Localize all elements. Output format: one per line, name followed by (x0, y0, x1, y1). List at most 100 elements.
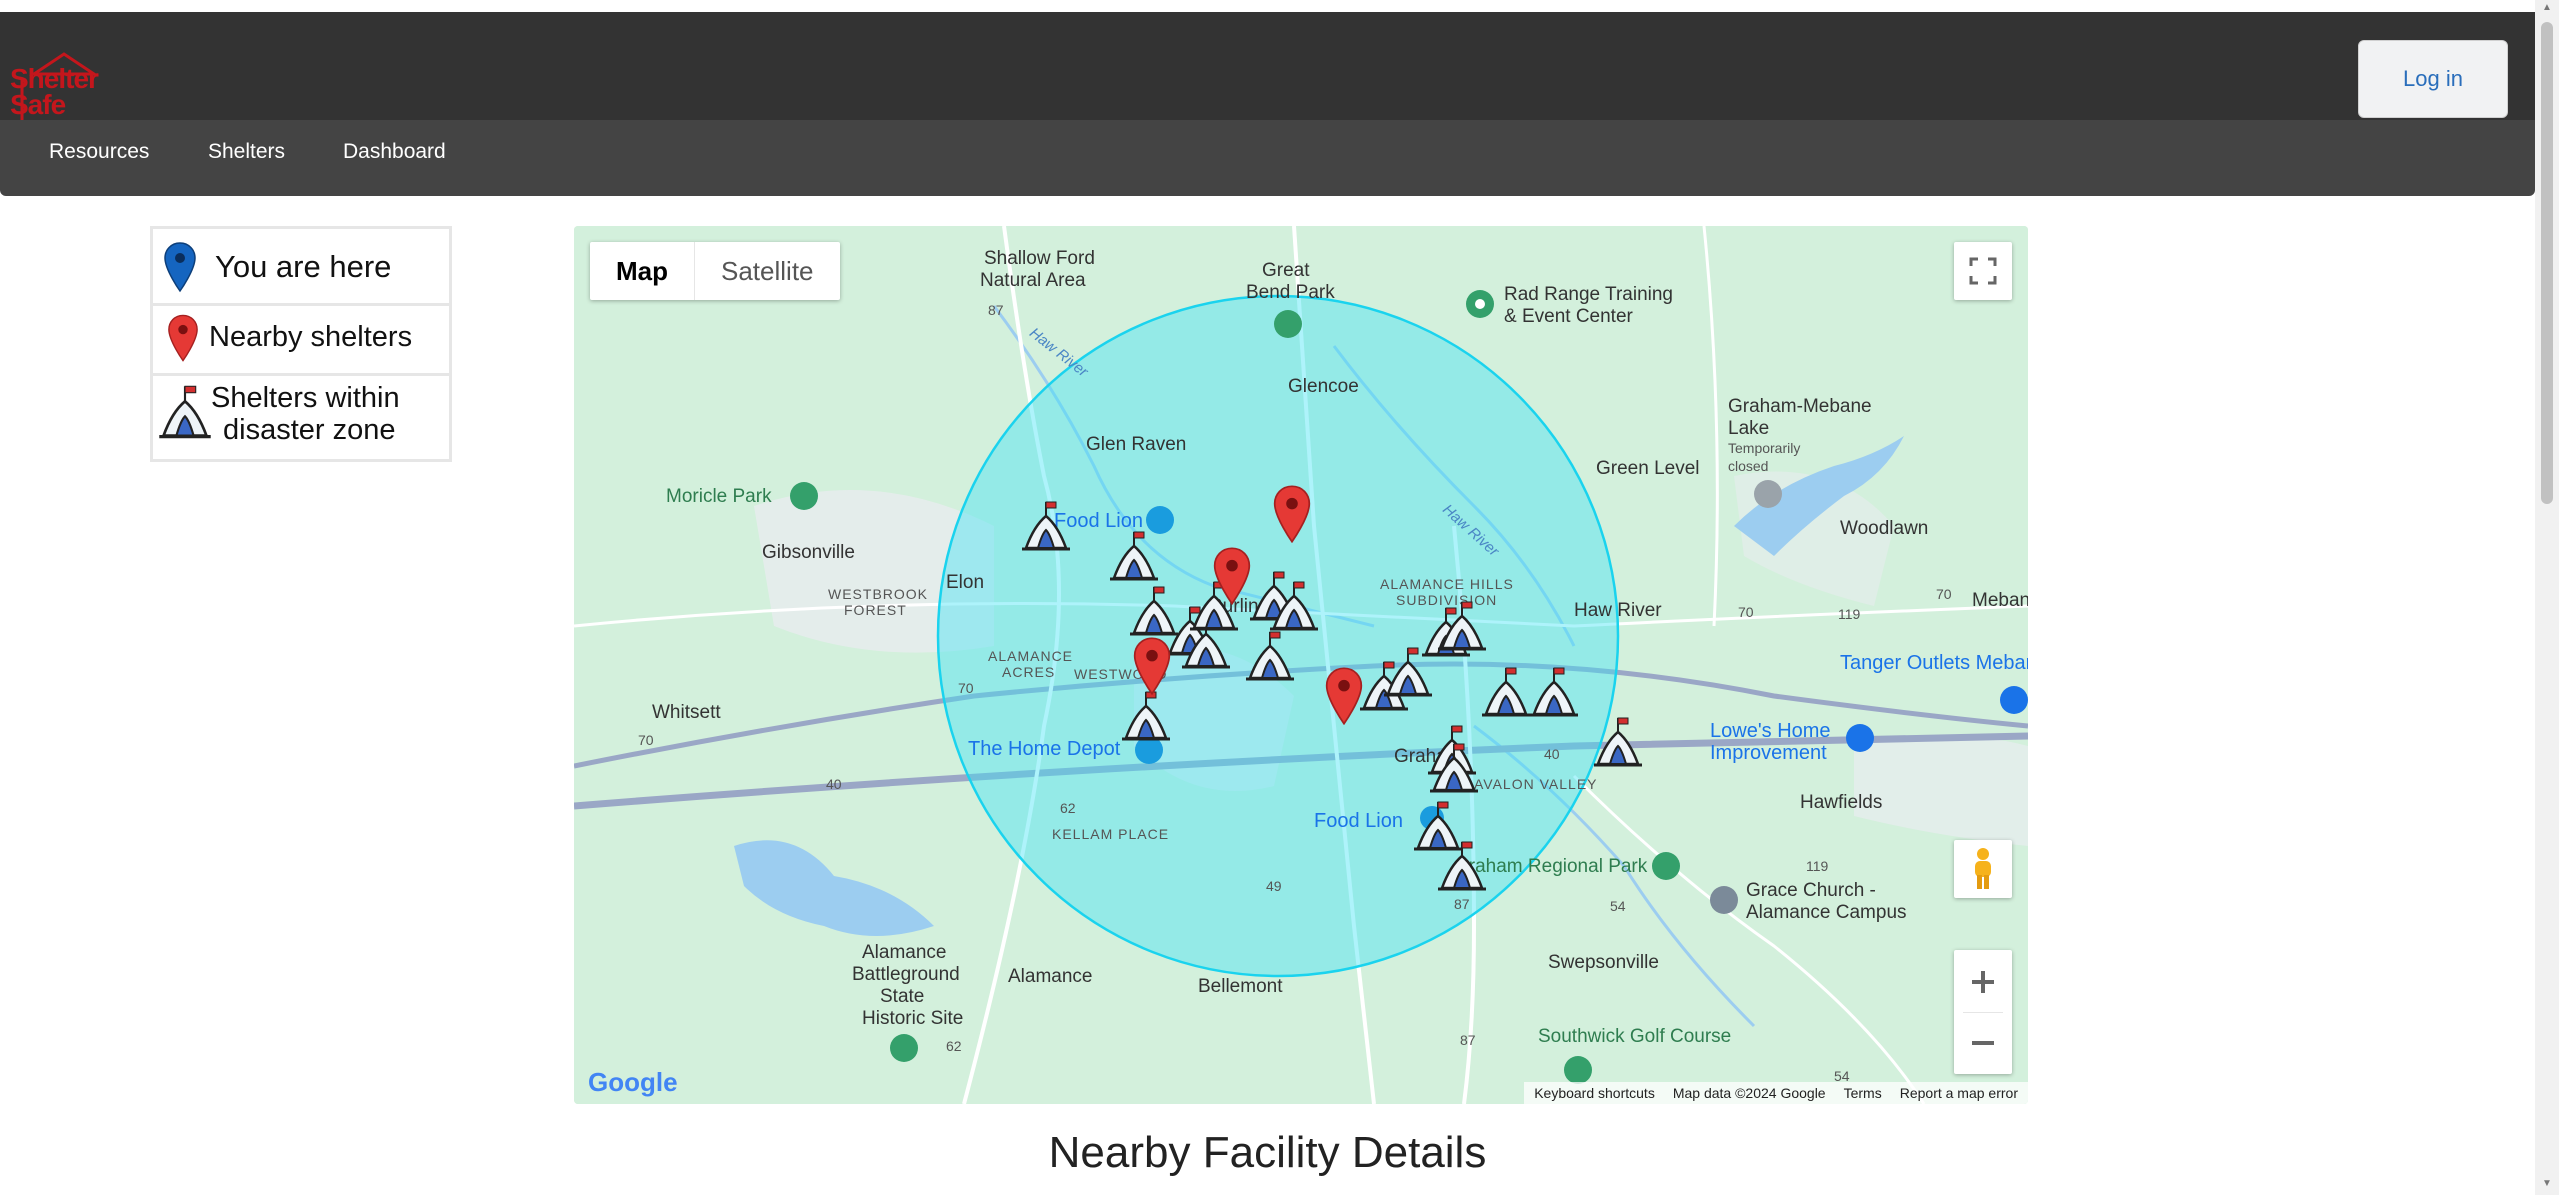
nearby-shelter-pin[interactable] (1324, 666, 1364, 726)
place-bellemont: Bellemont (1198, 976, 1283, 997)
place-southwick: Southwick Golf Course (1538, 1026, 1732, 1047)
place-glencoe: Glencoe (1288, 376, 1359, 397)
tent-shelter-icon (159, 385, 211, 439)
tent-shelter-marker[interactable] (1480, 664, 1532, 720)
place-mebane: Mebane (1972, 590, 2028, 611)
report-error-link[interactable]: Report a map error (1900, 1085, 2018, 1101)
nearby-shelter-pin[interactable] (1132, 636, 1172, 696)
place-grace-church: Grace Church - (1746, 880, 1876, 901)
nav-item-dashboard[interactable]: Dashboard (343, 120, 446, 196)
nav-item-shelters[interactable]: Shelters (208, 120, 285, 196)
tent-shelter-marker[interactable] (1120, 688, 1172, 744)
map-type-control: Map Satellite (590, 242, 840, 300)
map-attribution: Keyboard shortcuts Map data ©2024 Google… (1524, 1082, 2028, 1104)
legend-label-disaster-zone-1: Shelters within (211, 382, 400, 414)
place-kellam-place: KELLAM PLACE (1052, 826, 1170, 842)
place-food-lion-2: Food Lion (1314, 810, 1403, 832)
place-alamance-battleground-2: Battleground (852, 964, 960, 985)
place-alamance-acres: ALAMANCE (988, 648, 1074, 664)
place-rad-range: Rad Range Training (1504, 284, 1673, 305)
route-shield: 62 (1060, 800, 1076, 816)
route-shield: 119 (1838, 606, 1861, 622)
tent-shelter-marker[interactable] (1268, 578, 1320, 634)
place-alamance-battleground-4: Historic Site (862, 1008, 964, 1029)
route-shield: 70 (1936, 586, 1952, 602)
place-home-depot: The Home Depot (968, 738, 1121, 760)
pegman-icon (1975, 848, 1991, 889)
map-legend: You are here Nearby shelters Shelters wi… (150, 226, 452, 462)
route-shield: 70 (958, 680, 974, 696)
place-alamance-acres-2: ACRES (1002, 664, 1056, 680)
keyboard-shortcuts-link[interactable]: Keyboard shortcuts (1534, 1085, 1655, 1101)
scroll-down-arrow[interactable]: ▼ (2540, 1178, 2554, 1192)
route-shield: 40 (826, 776, 842, 792)
place-grace-church-2: Alamance Campus (1746, 902, 1907, 923)
place-alamance: Alamance (1008, 966, 1093, 987)
place-moricle-park: Moricle Park (666, 486, 772, 507)
google-logo: Google (588, 1067, 678, 1098)
place-graham-mebane-2: Lake (1728, 418, 1770, 439)
legend-label-nearby-shelters: Nearby shelters (209, 321, 413, 353)
place-elon: Elon (946, 572, 985, 593)
place-graham-mebane-3: Temporarily (1728, 440, 1801, 456)
nearby-shelter-pin[interactable] (1212, 546, 1252, 606)
place-graham-mebane: Graham-Mebane (1728, 396, 1872, 417)
place-glen-raven: Glen Raven (1086, 434, 1187, 455)
tent-shelter-marker[interactable] (1436, 838, 1488, 894)
street-view-pegman-button[interactable] (1954, 840, 2012, 898)
google-logo-text: Google (588, 1067, 678, 1097)
place-alamance-battleground-3: State (880, 986, 925, 1007)
tent-shelter-marker[interactable] (1528, 664, 1580, 720)
place-woodlawn: Woodlawn (1840, 518, 1929, 539)
legend-row-you-are-here: You are here (153, 229, 449, 306)
logo-text: Shelter Safe (10, 63, 99, 120)
route-shield: 119 (1806, 858, 1829, 874)
route-shield: 49 (1266, 878, 1282, 894)
map-data-text: Map data ©2024 Google (1672, 1085, 1826, 1101)
route-shield: 70 (1738, 604, 1754, 620)
tent-shelter-marker[interactable] (1592, 714, 1644, 770)
route-shield: 62 (946, 1038, 962, 1054)
nearby-shelter-pin[interactable] (1272, 484, 1312, 544)
zoom-control (1954, 950, 2012, 1074)
place-hawfields: Hawfields (1800, 792, 1883, 813)
place-avalon-valley: AVALON VALLEY (1474, 776, 1598, 792)
map-type-satellite-button[interactable]: Satellite (694, 242, 840, 300)
route-shield: 87 (1460, 1032, 1476, 1048)
scroll-up-arrow[interactable]: ▲ (2540, 2, 2554, 16)
place-haw-river: Haw River (1574, 600, 1662, 621)
place-swepsonville: Swepsonville (1548, 952, 1659, 973)
tent-shelter-marker[interactable] (1108, 528, 1160, 584)
minus-icon (1972, 1040, 1994, 1045)
zoom-out-button[interactable] (1954, 1013, 2012, 1073)
fullscreen-icon (1969, 257, 1997, 285)
red-pin-icon (168, 314, 198, 362)
place-green-level: Green Level (1596, 458, 1700, 479)
fullscreen-button[interactable] (1954, 242, 2012, 300)
place-shallow-ford-2: Natural Area (980, 270, 1086, 291)
legend-label-disaster-zone-2: disaster zone (223, 414, 396, 446)
tent-shelter-marker[interactable] (1244, 628, 1296, 684)
place-alamance-battleground: Alamance (862, 942, 947, 963)
login-button[interactable]: Log in (2358, 40, 2508, 118)
map-type-map-button[interactable]: Map (590, 242, 694, 300)
nav-item-resources[interactable]: Resources (49, 120, 149, 196)
place-tanger: Tanger Outlets Mebane (1840, 652, 2028, 674)
zoom-in-button[interactable] (1954, 952, 2012, 1012)
place-lowes-2: Improvement (1710, 742, 1827, 764)
terms-link[interactable]: Terms (1844, 1085, 1882, 1101)
map-canvas[interactable]: Shallow Ford Natural Area Great Bend Par… (574, 226, 2028, 1104)
tent-shelter-marker[interactable] (1436, 598, 1488, 654)
place-great-bend-2: Bend Park (1246, 282, 1335, 303)
route-shield: 87 (988, 302, 1004, 318)
place-shallow-ford: Shallow Ford (984, 248, 1095, 269)
place-alamance-hills: ALAMANCE HILLS (1380, 576, 1514, 592)
main-nav: Resources Shelters Dashboard (0, 120, 2535, 196)
route-shield: 87 (1454, 896, 1470, 912)
scrollbar-thumb[interactable] (2541, 22, 2553, 504)
map-base (574, 226, 2028, 1104)
place-westbrook: WESTBROOK (828, 586, 929, 602)
tent-shelter-marker[interactable] (1020, 498, 1072, 554)
tent-shelter-marker[interactable] (1428, 740, 1480, 796)
place-rad-range-2: & Event Center (1504, 306, 1633, 327)
